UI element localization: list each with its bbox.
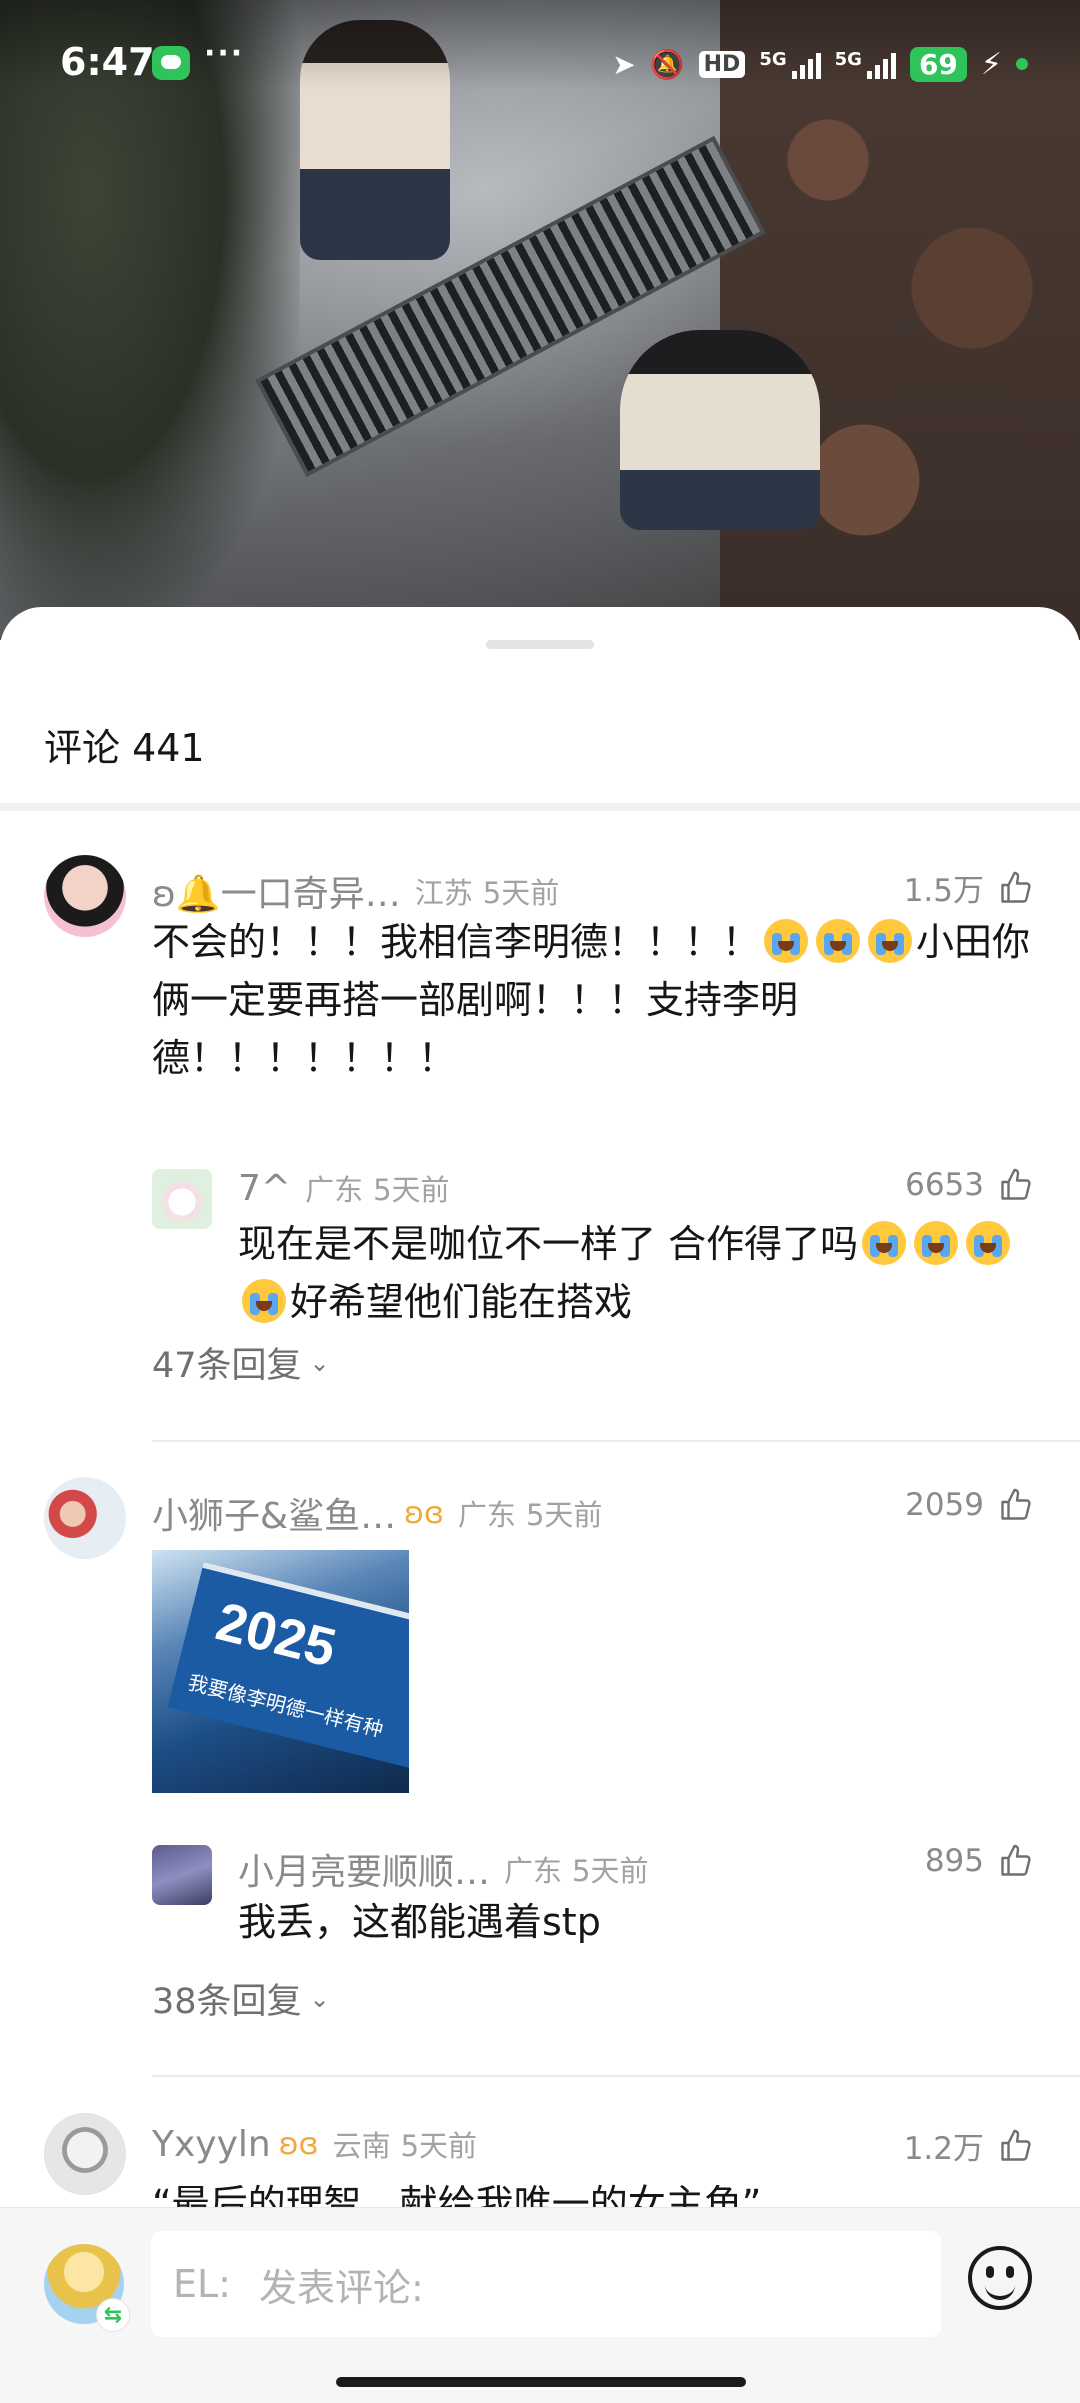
username[interactable]: Yxyyln [152, 2124, 271, 2165]
reply-text: 我丢，这都能遇着stp [238, 1900, 601, 1944]
charging-bolt-icon: ⚡ [980, 46, 1002, 82]
comment-input-bar: ⇆ EL: 发表评论: [0, 2207, 1080, 2357]
reply-like-button[interactable]: 6653 [905, 1167, 1034, 1203]
avatar[interactable] [44, 2113, 126, 2195]
crying-emoji-icon [966, 1221, 1011, 1265]
username[interactable]: ʚ🔔一口奇异… [152, 865, 401, 917]
network-type-label-2: 5G [834, 49, 862, 70]
comment-text: 不会的！！！我相信李明德！！！！ 小田你俩一定要再搭一部剧啊！！！支持李明德！！！… [152, 913, 1042, 1087]
more-notifications-icon: ··· [204, 36, 245, 71]
expand-replies-label: 47条回复 [152, 1346, 302, 1386]
privacy-dot-icon [1016, 58, 1028, 70]
expand-replies-label: 38条回复 [152, 1982, 302, 2022]
like-button[interactable]: 1.2万 [904, 2123, 1034, 2168]
message-app-icon [152, 46, 190, 80]
title-divider [0, 803, 1080, 811]
status-bar: 6:47 ··· ➤ 🔕 HD 5G 5G 69 ⚡ [0, 0, 1080, 130]
comment-time: 5天前 [400, 2129, 478, 2163]
crying-emoji-icon [868, 919, 913, 963]
chevron-down-icon: ⌄ [309, 1984, 330, 2013]
comment-location: 江苏 [414, 876, 473, 910]
reply-text-part: 好希望他们能在搭戏 [290, 1280, 633, 1324]
status-time: 6:47 [60, 40, 155, 84]
vip-badge-icon: ʚɞ [278, 2126, 319, 2162]
reply-location: 广东 [504, 1854, 563, 1888]
thumb-up-icon [1001, 2129, 1031, 2161]
comment-location: 广东 [457, 1498, 516, 1532]
reply-location: 广东 [305, 1173, 364, 1207]
reply-username[interactable]: 7^ [238, 1168, 291, 1209]
switch-account-icon[interactable]: ⇆ [96, 2298, 130, 2332]
reply-header: 7^ 广东 5天前 [238, 1167, 450, 1209]
battery-indicator: 69 [909, 46, 967, 82]
comments-sheet: 评论 441 ʚ🔔一口奇异… 江苏 5天前 1.5万 不会的！！！我相信李明德！… [0, 607, 1080, 2403]
crying-emoji-icon [914, 1221, 959, 1265]
like-count: 2059 [905, 1487, 984, 1523]
comment-divider [152, 1440, 1080, 1442]
like-button[interactable]: 1.5万 [904, 865, 1034, 910]
network-type-label: 5G [759, 49, 787, 70]
reply-like-button[interactable]: 895 [925, 1843, 1034, 1879]
signal-icon-2: 5G [835, 49, 896, 79]
chevron-down-icon: ⌄ [309, 1348, 330, 1377]
reply-text: 现在是不是咖位不一样了 合作得了吗好希望他们能在搭戏 [238, 1215, 1028, 1331]
reply-avatar[interactable] [152, 1169, 212, 1229]
comment-time: 5天前 [525, 1498, 603, 1532]
reply-time: 5天前 [572, 1854, 649, 1888]
signal-icon: 5G [759, 49, 821, 79]
comment-header: Yxyyln ʚɞ 云南 5天前 [152, 2123, 477, 2165]
reply-header: 小月亮要顺顺… 广东 5天前 [238, 1843, 648, 1895]
like-button[interactable]: 2059 [905, 1487, 1034, 1523]
like-count: 895 [924, 1843, 984, 1879]
thumb-up-icon [1001, 1168, 1031, 1200]
vip-badge-icon: ʚɞ [404, 1495, 444, 1531]
crying-emoji-icon [242, 1279, 286, 1323]
comment-location: 云南 [332, 2129, 391, 2163]
thumb-up-icon [1001, 1488, 1031, 1520]
send-icon: ➤ [612, 47, 636, 81]
expand-replies-button[interactable]: 47条回复 ⌄ [152, 1337, 330, 1388]
expand-replies-button[interactable]: 38条回复 ⌄ [152, 1973, 330, 2024]
input-prefix: EL: [173, 2262, 231, 2306]
comment-time: 5天前 [482, 876, 560, 910]
sheet-drag-handle[interactable] [486, 640, 594, 649]
crying-emoji-icon [764, 919, 809, 963]
comments-title: 评论 441 [44, 726, 205, 770]
input-placeholder: 发表评论: [258, 2265, 424, 2310]
emoji-picker-icon[interactable] [968, 2246, 1032, 2310]
reply-text-part: 现在是不是咖位不一样了 合作得了吗 [238, 1222, 859, 1266]
username[interactable]: 小狮子&鲨鱼… [152, 1487, 396, 1539]
crying-emoji-icon [862, 1221, 907, 1265]
comment-header: ʚ🔔一口奇异… 江苏 5天前 [152, 865, 559, 917]
avatar[interactable] [44, 855, 126, 937]
reply-username[interactable]: 小月亮要顺顺… [238, 1843, 490, 1895]
reply-time: 5天前 [373, 1173, 450, 1207]
home-indicator[interactable] [336, 2377, 746, 2387]
comment-input[interactable]: EL: 发表评论: [151, 2231, 941, 2337]
comment-header: 小狮子&鲨鱼… ʚɞ 广东 5天前 [152, 1487, 602, 1539]
thumb-up-icon [1001, 871, 1031, 903]
thumb-up-icon [1001, 1844, 1031, 1876]
bell-muted-icon: 🔕 [649, 47, 685, 81]
hd-call-badge: HD [698, 50, 746, 78]
avatar[interactable] [44, 1477, 126, 1559]
status-right-cluster: ➤ 🔕 HD 5G 5G 69 ⚡ [612, 44, 1028, 84]
comment-image[interactable]: 2025 我要像李明德一样有种 [152, 1550, 409, 1793]
system-nav-bar [0, 2357, 1080, 2403]
comment-divider [152, 2075, 1080, 2077]
like-count: 1.2万 [903, 2131, 984, 2167]
comment-text-part: 不会的！！！我相信李明德！！！！ [152, 920, 761, 964]
like-count: 6653 [905, 1167, 984, 1203]
reply-avatar[interactable] [152, 1845, 212, 1905]
crying-emoji-icon [816, 919, 861, 963]
like-count: 1.5万 [903, 873, 984, 909]
